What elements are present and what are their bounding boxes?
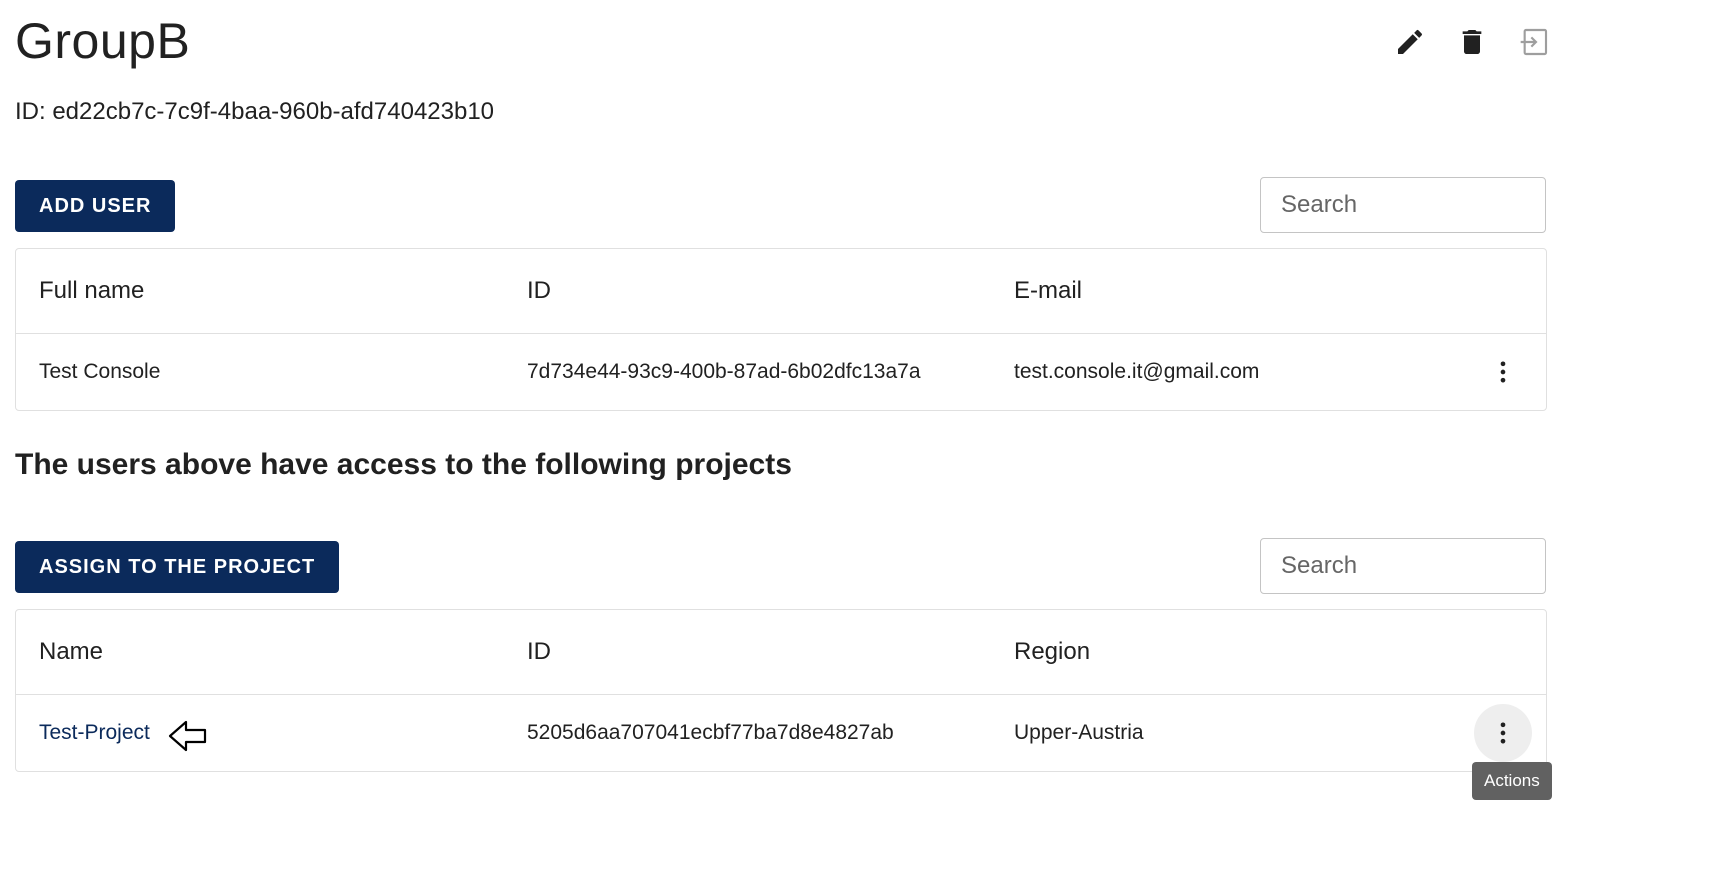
column-header-id: ID bbox=[527, 638, 551, 665]
projects-table: Name ID Region Test-Project 5205d6aa7070… bbox=[15, 609, 1547, 772]
table-header: Name ID Region bbox=[16, 610, 1546, 695]
table-row: Test Console 7d734e44-93c9-400b-87ad-6b0… bbox=[16, 334, 1546, 410]
column-header-full-name: Full name bbox=[39, 277, 145, 304]
projects-search-input[interactable] bbox=[1260, 538, 1546, 594]
pencil-icon bbox=[1398, 29, 1423, 54]
pointer-arrow-icon bbox=[168, 720, 207, 752]
assign-project-button[interactable]: ASSIGN TO THE PROJECT bbox=[15, 541, 340, 593]
user-actions-button[interactable] bbox=[1474, 343, 1532, 401]
table-row: Test-Project 5205d6aa707041ecbf77ba7d8e4… bbox=[16, 695, 1546, 771]
column-header-name: Name bbox=[39, 638, 104, 665]
more-vert-icon bbox=[1500, 722, 1506, 744]
users-table: Full name ID E-mail Test Console 7d734e4… bbox=[15, 248, 1547, 411]
table-header: Full name ID E-mail bbox=[16, 249, 1546, 334]
users-search-input[interactable] bbox=[1260, 177, 1546, 233]
project-name-link[interactable]: Test-Project bbox=[39, 721, 150, 745]
trash-icon bbox=[1462, 30, 1482, 54]
project-actions-button[interactable] bbox=[1474, 704, 1532, 762]
column-header-region: Region bbox=[1014, 638, 1091, 665]
user-id: 7d734e44-93c9-400b-87ad-6b02dfc13a7a bbox=[527, 360, 921, 383]
column-header-id: ID bbox=[527, 277, 551, 304]
delete-button[interactable] bbox=[1452, 22, 1492, 62]
project-region: Upper-Austria bbox=[1014, 721, 1144, 744]
add-user-button[interactable]: ADD USER bbox=[15, 180, 176, 232]
group-id: ID: ed22cb7c-7c9f-4baa-960b-afd740423b10 bbox=[15, 98, 495, 125]
more-vert-icon bbox=[1500, 361, 1506, 383]
edit-button[interactable] bbox=[1390, 22, 1430, 62]
header-actions bbox=[1390, 22, 1554, 62]
page-title: GroupB bbox=[15, 13, 191, 69]
project-id: 5205d6aa707041ecbf77ba7d8e4827ab bbox=[527, 721, 894, 744]
user-email: test.console.it@gmail.com bbox=[1014, 360, 1260, 383]
exit-icon bbox=[1520, 28, 1548, 56]
column-header-email: E-mail bbox=[1014, 277, 1083, 304]
leave-group-button[interactable] bbox=[1514, 22, 1554, 62]
actions-tooltip: Actions bbox=[1472, 762, 1552, 800]
projects-heading: The users above have access to the follo… bbox=[15, 448, 792, 481]
user-full-name: Test Console bbox=[39, 360, 161, 383]
